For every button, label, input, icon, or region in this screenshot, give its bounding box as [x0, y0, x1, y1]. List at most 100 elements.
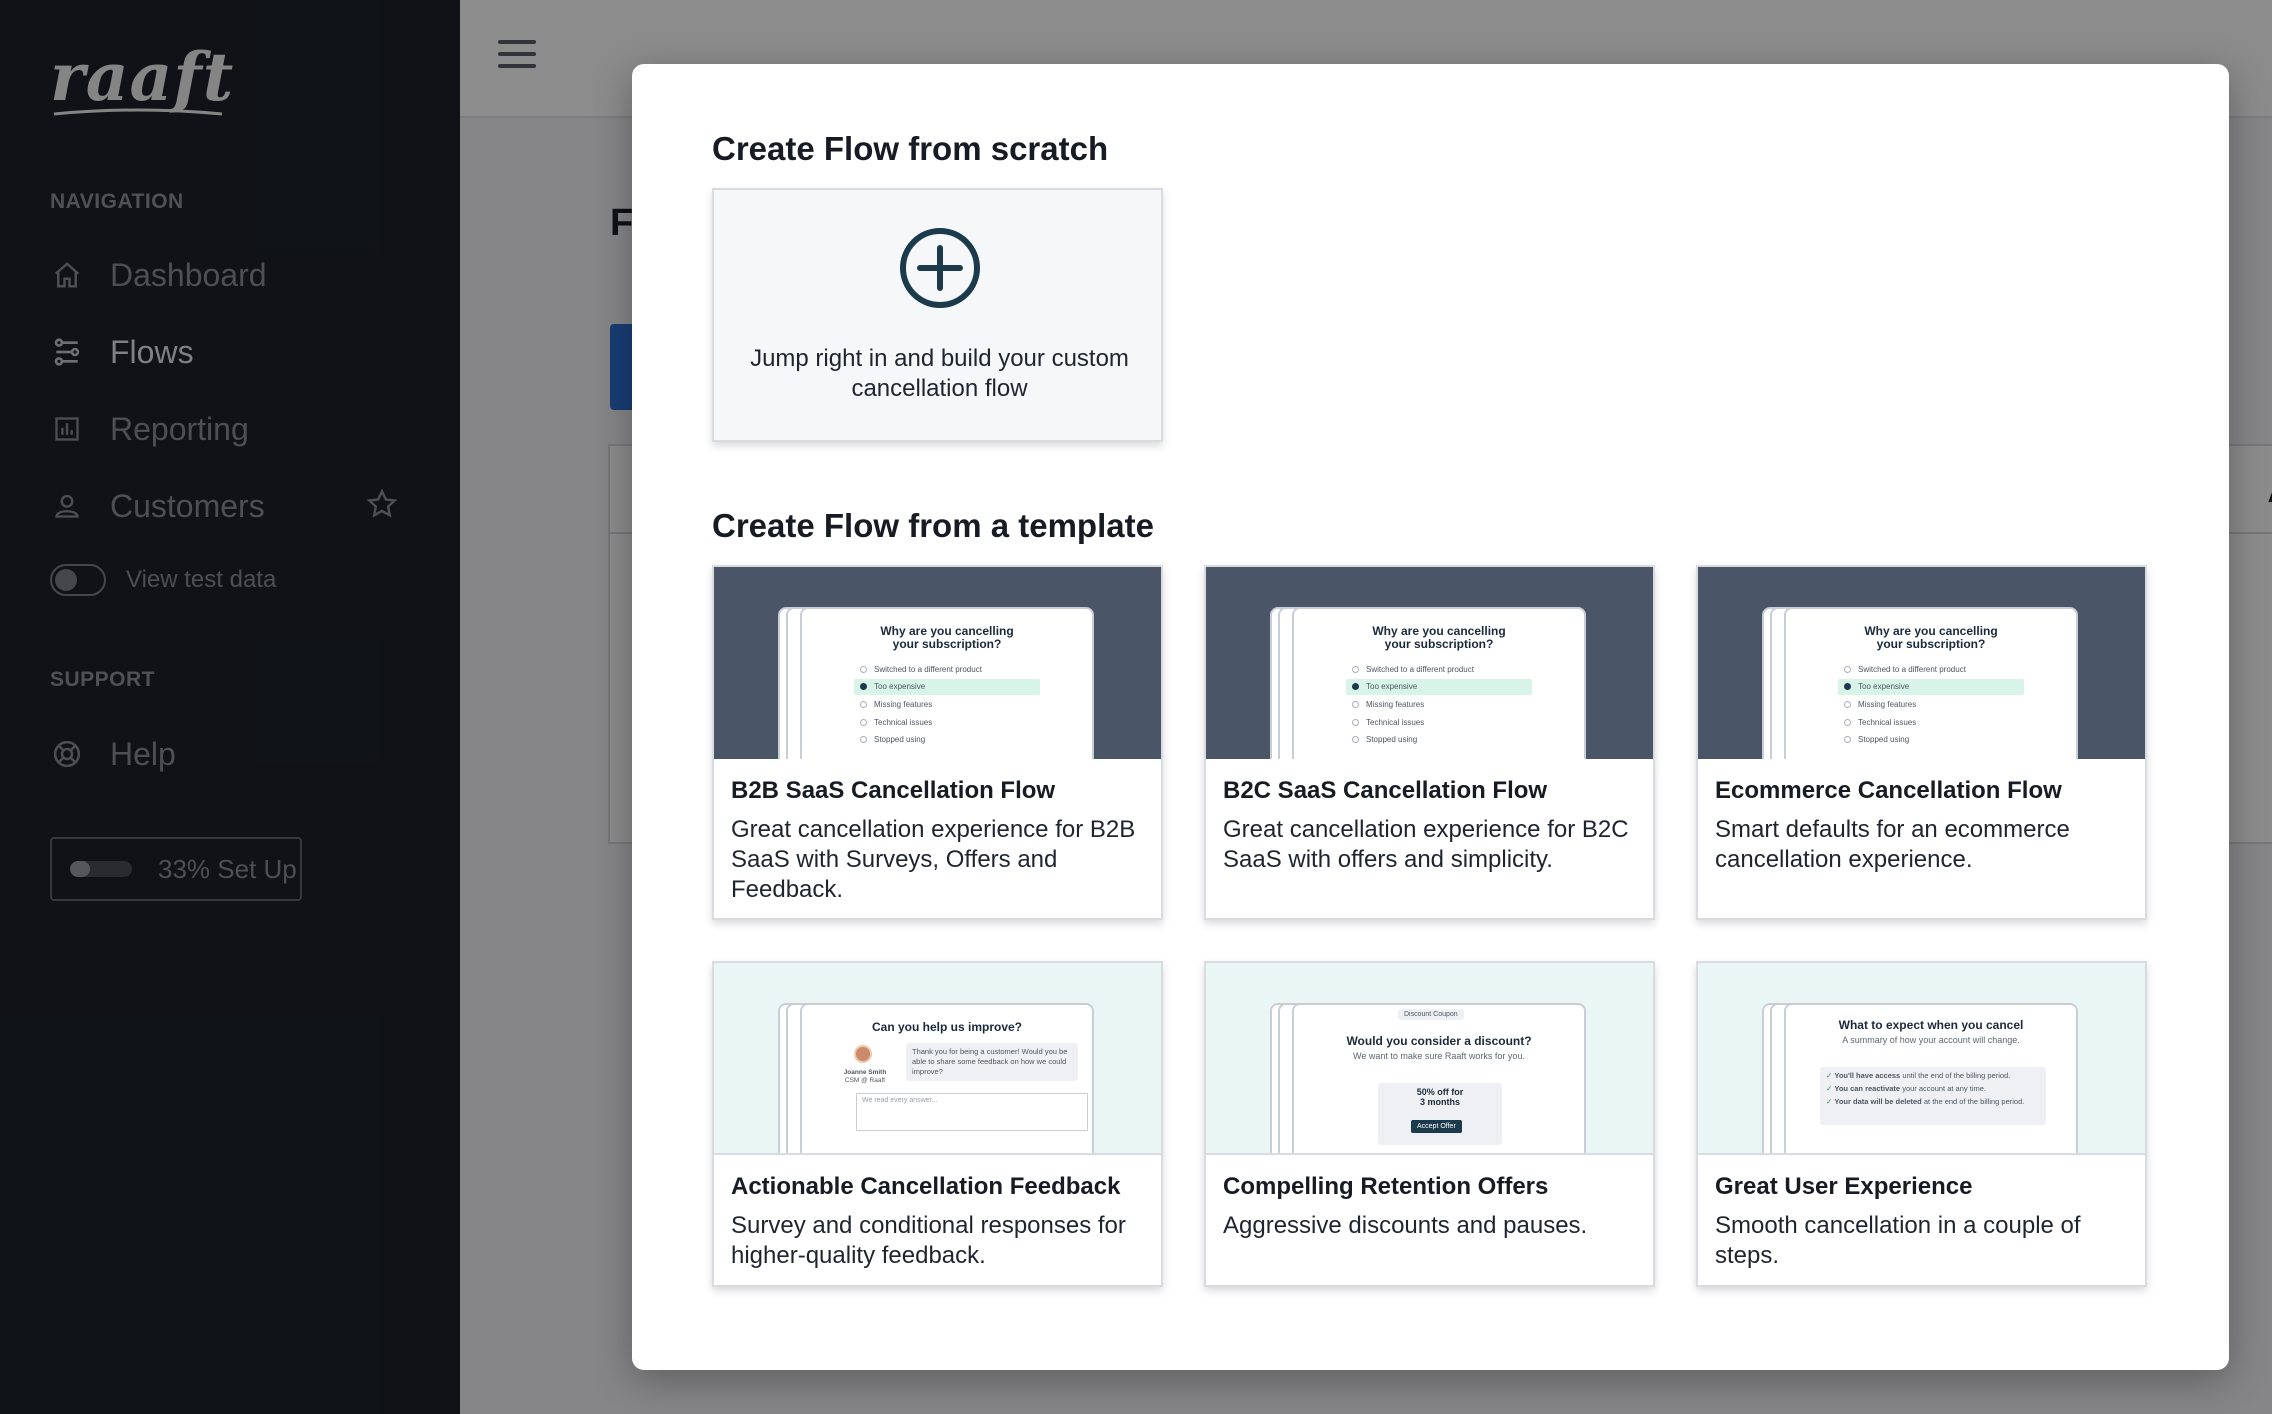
survey-option: Too expensive: [1346, 678, 1532, 695]
template-title: Compelling Retention Offers: [1223, 1173, 1549, 1200]
template-title: Ecommerce Cancellation Flow: [1715, 777, 2062, 804]
radio-dot-icon: [1844, 718, 1851, 726]
survey-option: Stopped using: [1352, 735, 1417, 744]
survey-option-label: Switched to a different product: [1858, 665, 1966, 674]
expect-item-text: your account at any time.: [1900, 1084, 1986, 1093]
radio-dot-icon: [1352, 683, 1359, 690]
radio-dot-icon: [860, 718, 867, 726]
survey-option-label: Too expensive: [1858, 682, 1910, 691]
survey-option-label: Missing features: [1858, 700, 1917, 709]
template-card-user-experience[interactable]: What to expect when you cancel A summary…: [1696, 961, 2147, 1287]
survey-option-label: Switched to a different product: [1366, 665, 1474, 674]
radio-dot-icon: [860, 666, 867, 673]
offer-preview-title: Would you consider a discount?: [1346, 1034, 1532, 1048]
survey-preview-screen: Why are you cancelling your subscription…: [800, 607, 1094, 759]
template-preview: Why are you cancelling your subscription…: [1206, 567, 1653, 759]
feedback-preview-screen: Can you help us improve? Joanne Smith CS…: [800, 1003, 1094, 1153]
expect-item: ✓ You can reactivate your account at any…: [1826, 1084, 2040, 1094]
create-from-scratch-card[interactable]: Jump right in and build your custom canc…: [712, 188, 1163, 442]
radio-dot-icon: [1352, 736, 1359, 743]
expect-item-text: until the end of the billing period.: [1900, 1071, 2011, 1080]
survey-preview-title: Why are you cancelling your subscription…: [1372, 624, 1506, 651]
offer-box: 50% off for 3 months: [1378, 1083, 1502, 1145]
expect-item-text: at the end of the billing period.: [1921, 1097, 2025, 1106]
template-heading: Create Flow from a template: [712, 507, 1154, 544]
discount-badge: Discount Coupon: [1398, 1009, 1464, 1020]
survey-preview-screen: Why are you cancelling your subscription…: [1784, 607, 2078, 759]
radio-dot-icon: [860, 701, 867, 708]
offer-preview-subtitle: We want to make sure Raaft works for you…: [1353, 1051, 1525, 1061]
template-card-b2c-saas[interactable]: Why are you cancelling your subscription…: [1204, 565, 1655, 920]
radio-dot-icon: [1844, 683, 1851, 690]
radio-dot-icon: [1844, 666, 1851, 673]
template-card-retention-offers[interactable]: Discount Coupon Would you consider a dis…: [1204, 961, 1655, 1287]
radio-dot-icon: [1352, 701, 1359, 708]
survey-option: Switched to a different product: [1352, 665, 1474, 674]
survey-preview-title: Why are you cancelling your subscription…: [880, 624, 1014, 651]
template-description: Aggressive discounts and pauses.: [1223, 1212, 1588, 1239]
template-card-b2b-saas[interactable]: Why are you cancelling your subscription…: [712, 565, 1163, 920]
template-description: Great cancellation experience for B2B Sa…: [731, 816, 1136, 903]
scratch-heading: Create Flow from scratch: [712, 130, 1109, 167]
survey-option: Technical issues: [1844, 718, 1916, 727]
survey-option: Switched to a different product: [860, 665, 982, 674]
survey-option: Missing features: [1352, 700, 1424, 709]
survey-option-label: Stopped using: [1366, 735, 1418, 744]
radio-dot-icon: [1844, 701, 1851, 708]
template-preview: Why are you cancelling your subscription…: [714, 567, 1161, 759]
survey-preview-screen: Why are you cancelling your subscription…: [1292, 607, 1586, 759]
expect-preview-screen: What to expect when you cancel A summary…: [1784, 1003, 2078, 1153]
survey-option-label: Switched to a different product: [874, 665, 982, 674]
expect-item: ✓ You'll have access until the end of th…: [1826, 1071, 2040, 1081]
template-card-ecommerce[interactable]: Why are you cancelling your subscription…: [1696, 565, 2147, 920]
survey-option: Stopped using: [1844, 735, 1909, 744]
survey-option-label: Missing features: [1366, 700, 1425, 709]
survey-option-label: Technical issues: [1366, 717, 1425, 727]
survey-option-label: Stopped using: [1858, 735, 1910, 744]
survey-option: Too expensive: [854, 678, 1040, 695]
expect-item: ✓ Your data will be deleted at the end o…: [1826, 1097, 2040, 1107]
survey-option: Technical issues: [860, 718, 932, 727]
person-name: Joanne Smith: [843, 1069, 887, 1076]
survey-option-label: Technical issues: [1858, 717, 1917, 727]
radio-dot-icon: [860, 683, 867, 690]
survey-option: Switched to a different product: [1844, 665, 1966, 674]
radio-dot-icon: [1352, 666, 1359, 673]
template-card-actionable-feedback[interactable]: Can you help us improve? Joanne Smith CS…: [712, 961, 1163, 1287]
template-preview: Discount Coupon Would you consider a dis…: [1206, 963, 1653, 1155]
feedback-input: We read every answer...: [856, 1093, 1088, 1131]
offer-line-2: 3 months: [1419, 1097, 1460, 1107]
expect-list: ✓ You'll have access until the end of th…: [1820, 1067, 2046, 1125]
survey-option-label: Missing features: [874, 700, 933, 709]
template-description: Smooth cancellation in a couple of steps…: [1715, 1212, 2081, 1269]
survey-option: Missing features: [860, 700, 932, 709]
survey-option-label: Technical issues: [874, 717, 933, 727]
template-title: B2C SaaS Cancellation Flow: [1223, 777, 1548, 804]
radio-dot-icon: [1844, 736, 1851, 743]
survey-option: Stopped using: [860, 735, 925, 744]
scratch-description: Jump right in and build your custom canc…: [750, 345, 1129, 402]
offer-line-1: 50% off for: [1416, 1087, 1464, 1097]
accept-offer-button: Accept Offer: [1411, 1120, 1462, 1133]
template-preview: Can you help us improve? Joanne Smith CS…: [714, 963, 1161, 1155]
survey-option: Technical issues: [1352, 718, 1424, 727]
expect-item-bold: You can reactivate: [1834, 1084, 1901, 1093]
template-title: B2B SaaS Cancellation Flow: [731, 777, 1056, 804]
survey-preview-title: Why are you cancelling your subscription…: [1864, 624, 1998, 651]
template-description: Survey and conditional responses for hig…: [731, 1212, 1126, 1269]
plus-circle-icon: [900, 228, 980, 308]
avatar: [854, 1045, 872, 1063]
template-title: Great User Experience: [1715, 1173, 1973, 1200]
survey-option-label: Stopped using: [874, 735, 926, 744]
survey-option-label: Too expensive: [1366, 682, 1418, 691]
expect-preview-subtitle: A summary of how your account will chang…: [1842, 1035, 2020, 1045]
template-preview: Why are you cancelling your subscription…: [1698, 567, 2145, 759]
radio-dot-icon: [860, 736, 867, 743]
feedback-message: Thank you for being a customer! Would yo…: [906, 1043, 1078, 1081]
create-flow-modal: Create Flow from scratch Jump right in a…: [632, 64, 2229, 1370]
survey-option-label: Too expensive: [874, 682, 926, 691]
radio-dot-icon: [1352, 718, 1359, 726]
template-title: Actionable Cancellation Feedback: [731, 1173, 1121, 1200]
expect-preview-title: What to expect when you cancel: [1838, 1018, 2024, 1032]
offer-preview-screen: Discount Coupon Would you consider a dis…: [1292, 1003, 1586, 1153]
